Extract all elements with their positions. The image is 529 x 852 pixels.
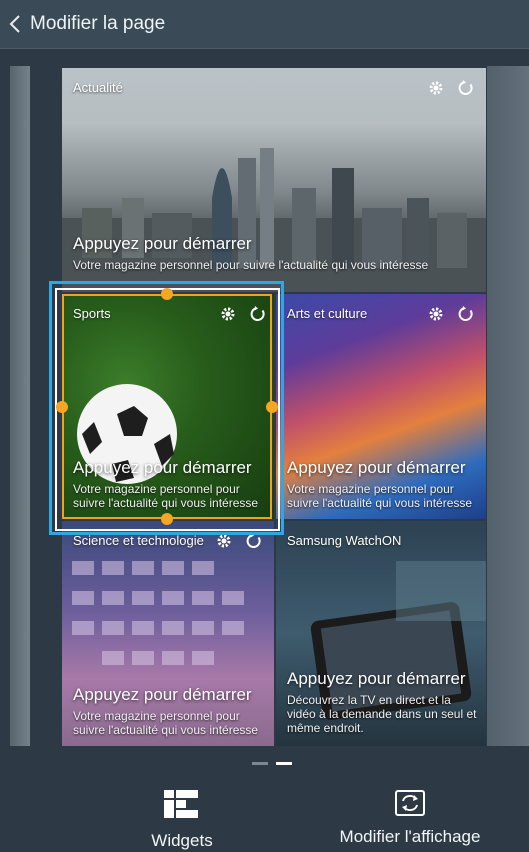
gear-icon[interactable] (214, 531, 234, 551)
gear-icon[interactable] (426, 78, 446, 98)
tile-label: Samsung WatchON (287, 533, 402, 548)
refresh-icon[interactable] (456, 78, 476, 98)
page-dot[interactable] (252, 762, 268, 765)
page-dot-active[interactable] (276, 762, 292, 765)
tile-label: Actualité (73, 80, 123, 95)
tile-science-technologie[interactable]: Science et technologie Appuyez pour déma… (62, 521, 274, 746)
tile-description: Votre magazine personnel pour suivre l'a… (73, 709, 259, 737)
modify-display-label: Modifier l'affichage (339, 827, 481, 846)
tile-cta: Appuyez pour démarrer (287, 458, 466, 477)
tile-label: Arts et culture (287, 306, 368, 321)
previous-page-preview[interactable] (10, 66, 30, 746)
page-indicator (252, 762, 292, 765)
tile-arts-culture[interactable]: Arts et culture Appuyez pour démarrer Vo… (276, 294, 486, 519)
modify-display-button[interactable]: Modifier l'affichage (332, 790, 488, 847)
resize-handle-left[interactable] (56, 401, 68, 413)
tile-description: Découvrez la TV en direct et la vidéo à … (287, 693, 477, 735)
tile-actualite[interactable]: Actualité Appuyez pour démarrer Votre ma… (62, 68, 486, 292)
tile-samsung-watchon[interactable]: Samsung WatchON Appuyez pour démarrer Dé… (276, 521, 486, 746)
tile-cta: Appuyez pour démarrer (73, 685, 252, 704)
back-button[interactable] (0, 0, 30, 48)
widgets-label: Widgets (151, 831, 213, 850)
page-title: Modifier la page (30, 13, 166, 34)
tile-label: Science et technologie (73, 533, 204, 548)
header-bar: Modifier la page (0, 0, 529, 49)
resize-handle-top[interactable] (161, 288, 173, 300)
resize-handle-right[interactable] (266, 401, 278, 413)
refresh-icon[interactable] (456, 304, 476, 324)
tile-cta: Appuyez pour démarrer (287, 669, 466, 688)
widgets-icon (164, 790, 198, 818)
gear-icon[interactable] (426, 304, 446, 324)
tile-cta: Appuyez pour démarrer (73, 234, 252, 253)
tile-description: Votre magazine personnel pour suivre l'a… (287, 482, 473, 510)
tile-description: Votre magazine personnel pour suivre l'a… (73, 258, 429, 272)
refresh-icon[interactable] (244, 531, 264, 551)
widgets-button[interactable]: Widgets (130, 790, 234, 851)
resize-handle-bottom[interactable] (161, 513, 173, 525)
next-page-preview[interactable] (487, 66, 529, 746)
resize-frame[interactable] (62, 294, 272, 519)
swap-layout-icon (395, 790, 425, 816)
chevron-left-icon (9, 15, 20, 33)
